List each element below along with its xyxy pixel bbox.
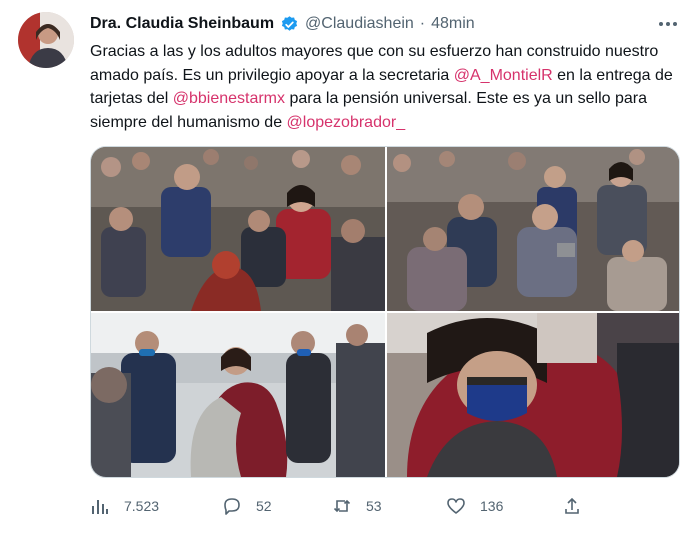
tweet-timestamp[interactable]: 48min <box>431 15 475 33</box>
mention-link[interactable]: @bbienestarmx <box>173 90 285 107</box>
hug-photo[interactable] <box>91 313 385 477</box>
verified-badge-icon <box>281 15 298 31</box>
tweet-text: Gracias a las y los adultos mayores que … <box>90 40 680 134</box>
more-icon[interactable] <box>656 14 680 34</box>
views-action[interactable]: 7.523 <box>90 496 159 516</box>
author-handle[interactable]: @Claudiashein <box>305 15 414 33</box>
retweet-icon <box>333 499 351 513</box>
crowd-selfie-photo[interactable] <box>387 147 679 311</box>
author-display-name[interactable]: Dra. Claudia Sheinbaum <box>90 15 274 33</box>
media-grid <box>90 146 680 478</box>
crowd-greeting-photo[interactable] <box>91 147 385 311</box>
header-separator: · <box>419 15 426 32</box>
mention-link[interactable]: @lopezobrador_ <box>287 114 406 131</box>
reply-button[interactable]: 52 <box>222 496 272 516</box>
tweet-actions: 7.523 52 53 136 <box>90 492 680 520</box>
author-avatar[interactable] <box>18 12 74 68</box>
closeup-hug-photo[interactable] <box>387 313 679 477</box>
tweet-card[interactable]: Dra. Claudia Sheinbaum @Claudiashein · 4… <box>0 0 700 538</box>
retweet-count: 53 <box>366 498 382 514</box>
share-icon <box>565 497 579 514</box>
bar-chart-icon <box>92 500 108 514</box>
heart-icon <box>447 498 465 514</box>
like-button[interactable]: 136 <box>446 496 503 516</box>
mention-link[interactable]: @A_MontielR <box>454 67 553 84</box>
like-count: 136 <box>480 498 504 514</box>
reply-count: 52 <box>256 498 272 514</box>
retweet-button[interactable]: 53 <box>332 496 382 516</box>
comment-icon <box>224 498 240 515</box>
views-count: 7.523 <box>124 498 160 514</box>
tweet-header: Dra. Claudia Sheinbaum @Claudiashein · 4… <box>90 12 475 36</box>
share-button[interactable] <box>562 496 582 516</box>
